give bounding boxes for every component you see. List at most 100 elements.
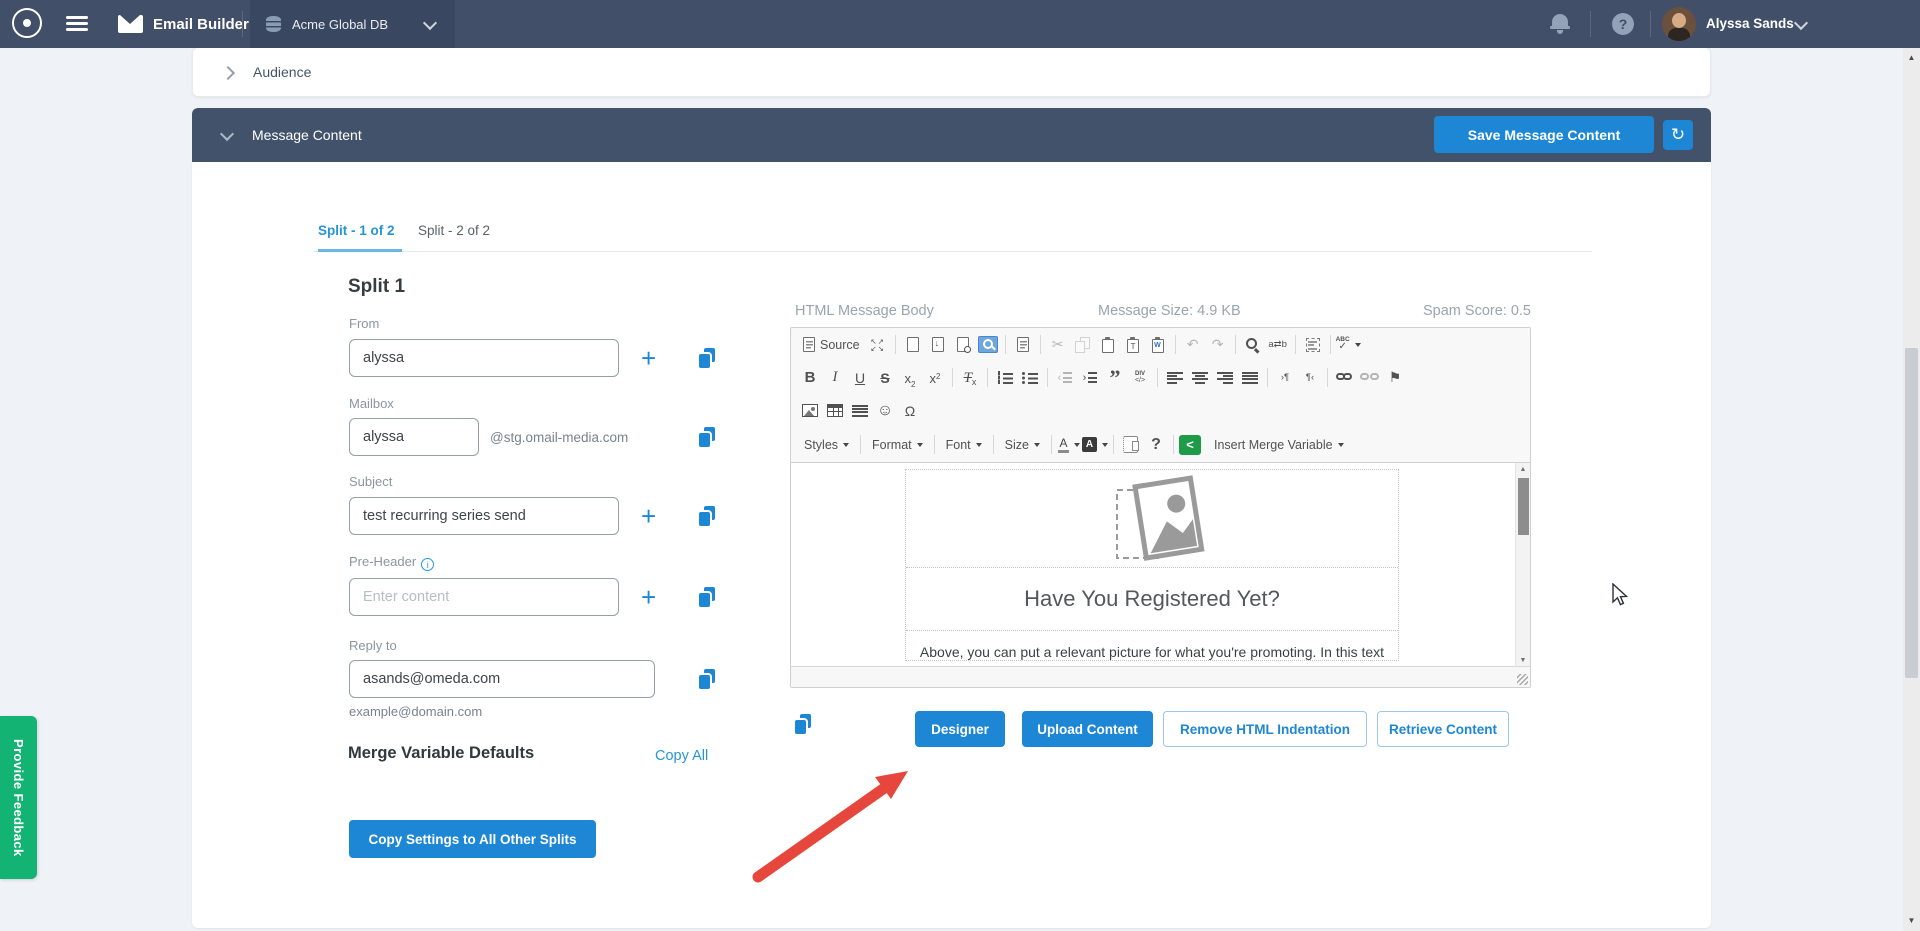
toolbar-separator [1040,335,1041,354]
styles-dropdown[interactable]: Styles [798,433,855,457]
superscript-icon[interactable] [923,366,947,390]
upload-content-button[interactable]: Upload Content [1022,711,1153,747]
subscript-icon[interactable] [898,366,922,390]
hamburger-menu-icon[interactable] [66,16,88,19]
retrieve-content-button[interactable]: Retrieve Content [1377,711,1509,747]
paste-text-icon[interactable] [1121,333,1145,357]
add-preheader-button[interactable]: + [641,587,656,607]
strikethrough-icon[interactable]: S [873,366,897,390]
email-heading[interactable]: Have You Registered Yet? [906,568,1398,631]
help-icon[interactable]: ? [1612,13,1634,35]
format-dropdown[interactable]: Format [866,433,929,457]
paste-icon[interactable] [1096,333,1120,357]
user-menu-chevron-icon[interactable] [1794,16,1808,30]
align-justify-icon[interactable] [1238,366,1262,390]
italic-icon[interactable]: I [823,366,847,390]
preheader-input[interactable] [349,578,619,616]
tab-split-1[interactable]: Split - 1 of 2 [318,223,395,238]
merge-tool-icon[interactable]: < [1179,435,1201,455]
about-editor-icon[interactable]: ? [1144,433,1168,457]
insert-table-icon[interactable] [823,399,847,423]
maximize-icon[interactable] [866,333,890,357]
preview-icon[interactable] [951,333,975,357]
copy-all-link[interactable]: Copy All [655,748,708,764]
spellcheck-icon[interactable] [1336,333,1361,357]
bidi-ltr-icon[interactable]: ›¶ [1273,366,1297,390]
copy-from-icon[interactable] [699,348,715,368]
editor-scrollbar-thumb[interactable] [1518,478,1529,535]
insert-merge-variable-dropdown[interactable]: Insert Merge Variable [1208,433,1350,457]
save-message-content-button[interactable]: Save Message Content [1434,116,1654,153]
notifications-bell-icon[interactable] [1552,14,1568,27]
anchor-icon[interactable]: ⚑ [1383,366,1407,390]
div-container-icon[interactable] [1128,366,1152,390]
font-dropdown[interactable]: Font [940,433,988,457]
chevron-right-icon[interactable] [221,66,235,80]
align-center-icon[interactable] [1188,366,1212,390]
find-icon[interactable] [1241,333,1265,357]
scroll-up-icon[interactable]: ▲ [1903,50,1920,66]
user-avatar[interactable] [1662,7,1696,41]
smiley-icon[interactable]: ☺ [873,399,897,423]
select-all-icon[interactable] [1301,333,1325,357]
copy-preheader-icon[interactable] [699,587,715,607]
insert-image-icon[interactable] [798,399,822,423]
scroll-down-icon[interactable]: ▼ [1903,913,1920,929]
from-input[interactable] [349,339,619,377]
align-left-icon[interactable] [1163,366,1187,390]
copy-subject-icon[interactable] [699,506,715,526]
chevron-down-icon[interactable] [220,127,234,141]
background-color-icon[interactable]: A [1082,433,1108,457]
remove-format-icon[interactable] [958,366,982,390]
resize-handle[interactable] [1517,674,1528,685]
copy-html-icon[interactable] [795,714,811,734]
copy-replyto-icon[interactable] [699,669,715,689]
subject-input[interactable] [349,497,619,535]
database-selector[interactable]: Acme Global DB [250,0,455,48]
link-icon[interactable] [1333,366,1357,390]
save-template-icon[interactable] [926,333,950,357]
numbered-list-icon[interactable] [993,366,1017,390]
copy-mailbox-icon[interactable] [699,427,715,447]
new-page-icon[interactable] [901,333,925,357]
templates-icon[interactable] [1011,333,1035,357]
size-dropdown[interactable]: Size [999,433,1046,457]
image-preview-icon[interactable] [976,333,1000,357]
audience-section[interactable]: Audience [192,47,1711,97]
refresh-button[interactable]: ↻ [1663,120,1693,150]
image-placeholder-block[interactable] [906,470,1398,568]
source-button[interactable]: Source [798,333,865,357]
add-from-button[interactable]: + [641,348,656,368]
provide-feedback-tab[interactable]: Provide Feedback [0,716,37,879]
info-icon[interactable]: i [421,558,434,571]
indent-icon[interactable] [1078,366,1102,390]
scroll-up-icon[interactable]: ▲ [1516,463,1530,477]
page-scrollbar[interactable]: ▲ ▼ [1903,48,1920,931]
copy-settings-button[interactable]: Copy Settings to All Other Splits [349,820,596,858]
bulleted-list-icon[interactable] [1018,366,1042,390]
editor-scrollbar[interactable]: ▲ ▼ [1515,463,1530,668]
page-scrollbar-thumb[interactable] [1905,348,1918,678]
message-content-header[interactable]: Message Content Save Message Content ↻ [192,108,1711,162]
tab-split-2[interactable]: Split - 2 of 2 [418,223,490,238]
paste-word-icon[interactable] [1146,333,1170,357]
underline-icon[interactable]: U [848,366,872,390]
bidi-rtl-icon[interactable]: ¶‹ [1298,366,1322,390]
bold-icon[interactable]: B [798,366,822,390]
omeda-logo-icon[interactable] [12,8,42,38]
email-paragraph[interactable]: Above, you can put a relevant picture fo… [906,631,1398,660]
designer-button[interactable]: Designer [915,711,1005,747]
replyto-input[interactable] [349,660,655,698]
text-color-icon[interactable] [1057,433,1081,457]
remove-html-indentation-button[interactable]: Remove HTML Indentation [1163,711,1367,747]
chevron-down-icon [1034,443,1040,447]
add-subject-button[interactable]: + [641,506,656,526]
show-blocks-icon[interactable] [1119,433,1143,457]
replace-icon[interactable]: a⇄b [1266,333,1290,357]
mailbox-input[interactable] [349,418,479,456]
horizontal-rule-icon[interactable] [848,399,872,423]
special-char-icon[interactable]: Ω [898,399,922,423]
blockquote-icon[interactable]: ” [1103,366,1127,390]
align-right-icon[interactable] [1213,366,1237,390]
editor-content-area[interactable]: Have You Registered Yet? Above, you can … [791,462,1530,668]
